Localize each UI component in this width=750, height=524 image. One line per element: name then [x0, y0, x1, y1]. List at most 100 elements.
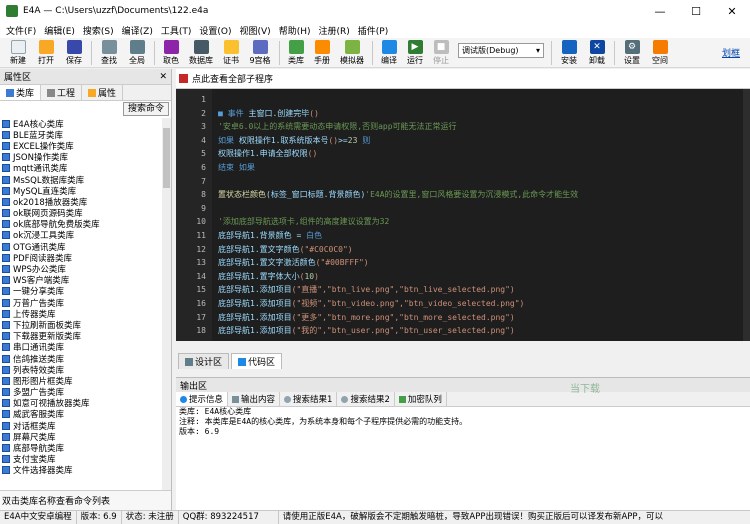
stop-button[interactable]: ■ 停止 — [428, 38, 454, 68]
close-icon[interactable]: ✕ — [159, 72, 167, 82]
tab-properties[interactable]: 属性 — [82, 85, 124, 100]
library-list-item[interactable]: 威武客服类库 — [0, 409, 162, 420]
uninstall-button[interactable]: ✕ 卸载 — [583, 38, 611, 68]
library-list-scrollbar[interactable] — [162, 118, 171, 490]
library-list-item[interactable]: 对话框类库 — [0, 420, 162, 432]
code-line[interactable]: 1 — [176, 93, 744, 107]
code-line[interactable]: 18 底部导航1.添加项目("我的","btn_user.png","btn_u… — [176, 324, 744, 338]
color-picker-button[interactable]: 取色 — [158, 38, 184, 68]
code-line[interactable]: 6 结束 如果 — [176, 161, 744, 175]
code-line[interactable]: 2 ■ 事件 主窗口.创建完毕() — [176, 107, 744, 121]
tab-code[interactable]: 代码区 — [231, 353, 283, 369]
certificate-button[interactable]: 证书 — [218, 38, 244, 68]
compile-button[interactable]: 编译 — [376, 38, 402, 68]
tab-info[interactable]: 提示信息 — [176, 392, 229, 406]
code-line[interactable]: 10 '添加底部导航选项卡,组件的高度建议设置为32 — [176, 215, 744, 229]
menu-help[interactable]: 帮助(H) — [275, 24, 315, 37]
code-line[interactable]: 8 置状态栏颜色(标签_窗口标题.背景颜色)'E4A的设置里,窗口风格要设置为沉… — [176, 188, 744, 202]
menu-tools[interactable]: 工具(T) — [157, 24, 196, 37]
find-button[interactable]: 查找 — [95, 38, 123, 68]
library-list-item[interactable]: 上传器类库 — [0, 308, 162, 320]
editor-scrollbar[interactable] — [743, 89, 750, 341]
code-line[interactable]: 14 底部导航1.置字体大小(10) — [176, 270, 744, 284]
maximize-button[interactable]: ☐ — [678, 0, 714, 22]
tab-search-results-1[interactable]: 搜索结果1 — [280, 392, 338, 406]
menu-settings[interactable]: 设置(O) — [195, 24, 235, 37]
code-line[interactable]: 17 底部导航1.添加项目("更多","btn_more.png","btn_m… — [176, 311, 744, 325]
library-list-item[interactable]: 多盟广告类库 — [0, 387, 162, 398]
library-list-item[interactable]: 下载器更新版类库 — [0, 331, 162, 342]
close-button[interactable]: ✕ — [714, 0, 750, 22]
menu-view[interactable]: 视图(V) — [236, 24, 275, 37]
minimize-button[interactable]: — — [642, 0, 678, 22]
tab-encrypt-queue[interactable]: 加密队列 — [395, 392, 447, 406]
library-list-item[interactable]: 列表特效类库 — [0, 364, 162, 376]
tab-project[interactable]: 工程 — [41, 85, 83, 100]
tab-library[interactable]: 类库 — [0, 85, 42, 100]
build-mode-select[interactable]: 调试版(Debug) ▾ — [458, 43, 544, 58]
library-list-item[interactable]: MySQL直连类库 — [0, 185, 162, 197]
subroutine-dropdown[interactable]: 点此查看全部子程序 — [176, 69, 750, 89]
code-line[interactable]: 16 底部导航1.添加项目("视频","btn_video.png","btn_… — [176, 297, 744, 311]
library-list-item[interactable]: WS客户端类库 — [0, 275, 162, 286]
menu-file[interactable]: 文件(F) — [2, 24, 40, 37]
menu-plugins[interactable]: 插件(P) — [354, 24, 392, 37]
library-list-item[interactable]: 万普广告类库 — [0, 297, 162, 309]
new-button[interactable]: 新建 — [4, 38, 32, 68]
library-list-item[interactable]: MsSQL数据库类库 — [0, 174, 162, 186]
library-list-item[interactable]: 串口通讯类库 — [0, 342, 162, 353]
space-button[interactable]: 空间 — [646, 38, 674, 68]
library-list-item[interactable]: ok沉浸工具类库 — [0, 230, 162, 241]
library-list-item[interactable]: 如意可视播放器类库 — [0, 398, 162, 409]
code-line[interactable]: 15 底部导航1.添加项目("直播","btn_live.png","btn_l… — [176, 283, 744, 297]
manual-button[interactable]: 手册 — [309, 38, 335, 68]
library-list-item[interactable]: OTG通讯类库 — [0, 241, 162, 253]
menu-register[interactable]: 注册(R) — [315, 24, 354, 37]
code-line[interactable]: 3 '安卓6.0以上的系统需要动态申请权限,否则app可能无法正常运行 — [176, 120, 744, 134]
save-button[interactable]: 保存 — [60, 38, 88, 68]
library-list-item[interactable]: 支付宝类库 — [0, 454, 162, 465]
library-list-item[interactable]: 底部导航类库 — [0, 442, 162, 454]
search-command-button[interactable]: 搜索命令 — [122, 102, 169, 116]
code-line[interactable]: 12 底部导航1.置文字颜色("#C0C0C0") — [176, 243, 744, 257]
tab-search-results-2[interactable]: 搜索结果2 — [337, 392, 395, 406]
global-search-button[interactable]: 全局 — [123, 38, 151, 68]
scrollbar-thumb[interactable] — [163, 128, 170, 188]
tab-design[interactable]: 设计区 — [178, 353, 230, 369]
library-list-item[interactable]: JSON操作类库 — [0, 152, 162, 163]
menu-compile[interactable]: 编译(Z) — [118, 24, 157, 37]
library-list-item[interactable]: 文件选择器类库 — [0, 465, 162, 476]
library-list-item[interactable]: 一键分享类库 — [0, 286, 162, 297]
library-button[interactable]: 类库 — [283, 38, 309, 68]
tab-output[interactable]: 输出内容 — [228, 392, 281, 406]
code-line[interactable]: 13 底部导航1.置文字激活颜色("#00BFFF") — [176, 256, 744, 270]
code-line[interactable]: 7 — [176, 175, 744, 189]
library-list-item[interactable]: 下拉刷新面板类库 — [0, 319, 162, 331]
library-list-item[interactable]: BLE蓝牙类库 — [0, 129, 162, 141]
library-list-item[interactable]: E4A核心类库 — [0, 118, 162, 130]
nine-grid-button[interactable]: 9宫格 — [244, 38, 276, 68]
library-list-item[interactable]: 图形图片框类库 — [0, 375, 162, 387]
library-list-item[interactable]: EXCEL操作类库 — [0, 140, 162, 152]
simulator-button[interactable]: 模拟器 — [335, 38, 369, 68]
library-list-item[interactable]: WPS办公类库 — [0, 263, 162, 275]
menu-edit[interactable]: 编辑(E) — [40, 24, 79, 37]
library-list-item[interactable]: ok2018播放器类库 — [0, 196, 162, 208]
open-button[interactable]: 打开 — [32, 38, 60, 68]
run-button[interactable]: ▶ 运行 — [402, 38, 428, 68]
library-list-item[interactable]: 信鸽推送类库 — [0, 353, 162, 365]
menu-search[interactable]: 搜索(S) — [79, 24, 118, 37]
install-button[interactable]: 安装 — [555, 38, 583, 68]
code-editor[interactable]: 1 2 ■ 事件 主窗口.创建完毕() 3 '安卓6.0以上的系统需要动态申请权限,否… — [176, 89, 750, 341]
library-list-item[interactable]: mqtt通讯类库 — [0, 163, 162, 174]
library-list-item[interactable]: 屏幕尺类库 — [0, 431, 162, 443]
code-line[interactable]: 5 权限操作1.申请全部权限() — [176, 147, 744, 161]
code-line[interactable]: 11 底部导航1.背景颜色 = 白色 — [176, 229, 744, 243]
settings-button[interactable]: ⚙ 设置 — [618, 38, 646, 68]
code-line[interactable]: 4 如果 权限操作1.取系统版本号()>=23 则 — [176, 134, 744, 148]
library-list-item[interactable]: ok联网页源码类库 — [0, 208, 162, 219]
clear-link[interactable]: 划框 — [722, 46, 740, 59]
code-line[interactable]: 9 — [176, 202, 744, 216]
library-list-item[interactable]: PDF阅读器类库 — [0, 252, 162, 264]
library-list-item[interactable]: ok底部导航免费版类库 — [0, 219, 162, 230]
